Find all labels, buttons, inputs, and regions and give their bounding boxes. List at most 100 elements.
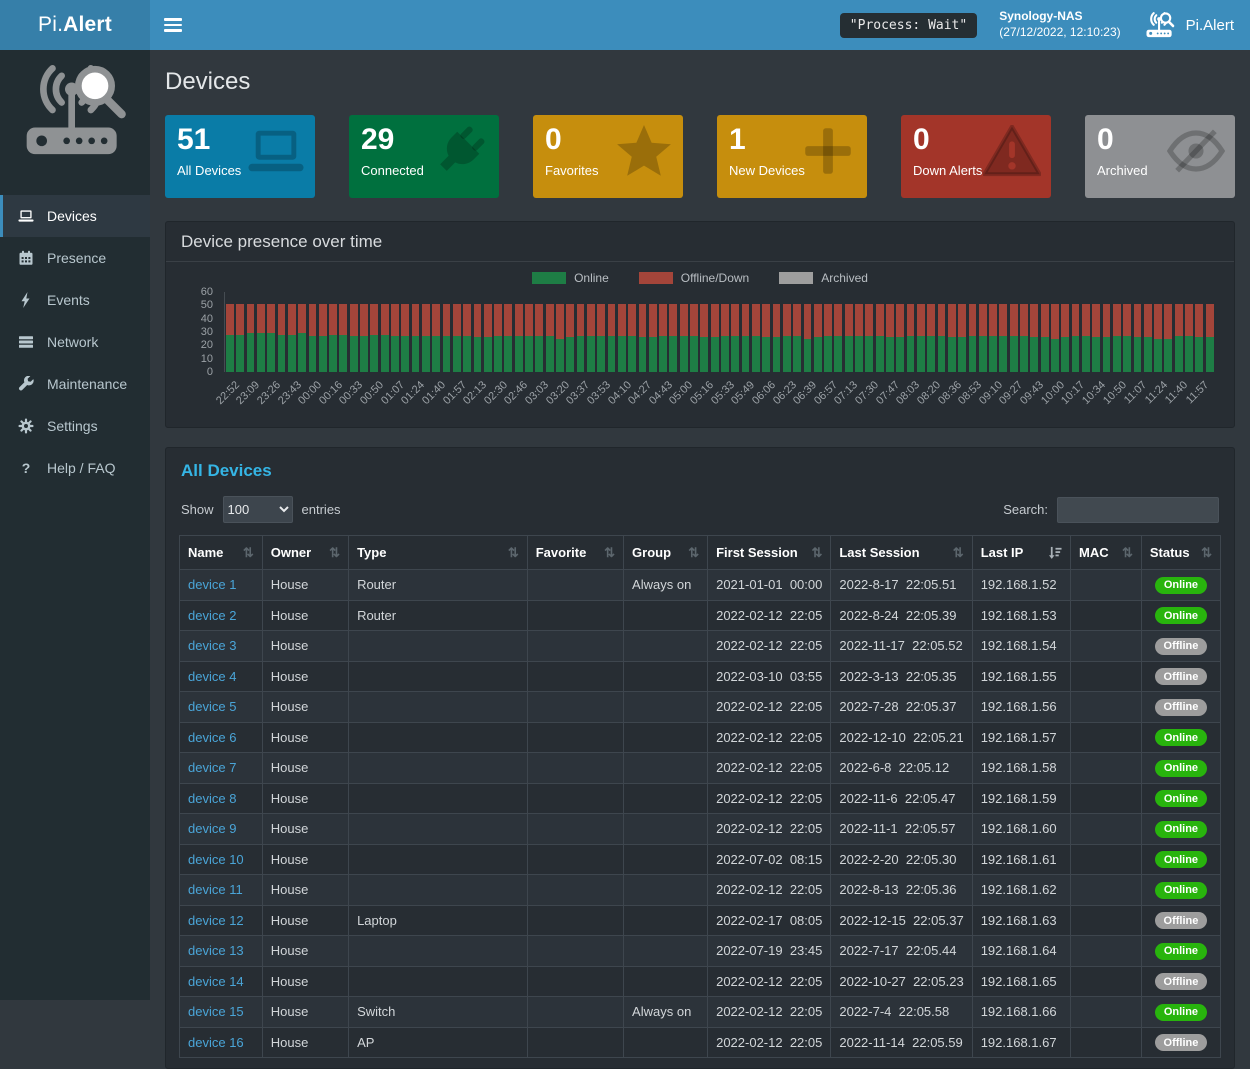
column-header-last-ip[interactable]: Last IP: [972, 536, 1070, 570]
column-header-mac[interactable]: MAC⇅: [1071, 536, 1142, 570]
chart-bar: [432, 292, 440, 372]
sidebar-item-maintenance[interactable]: Maintenance: [0, 363, 150, 405]
cell-name: device 9: [180, 814, 263, 845]
cell-status: Online: [1141, 936, 1220, 967]
sidebar-item-devices[interactable]: Devices: [0, 195, 150, 237]
status-badge: Online: [1155, 729, 1207, 746]
cell-name: device 13: [180, 936, 263, 967]
search-input[interactable]: [1057, 497, 1219, 523]
device-link[interactable]: device 6: [188, 730, 236, 745]
table-row: device 11House2022-02-12 22:052022-8-13 …: [180, 875, 1221, 906]
column-label: Favorite: [536, 545, 587, 560]
device-link[interactable]: device 2: [188, 608, 236, 623]
summary-card-connected[interactable]: 29Connected: [349, 115, 499, 198]
column-header-group[interactable]: Group⇅: [624, 536, 708, 570]
cell-last-ip: 192.168.1.66: [972, 997, 1070, 1028]
device-link[interactable]: device 7: [188, 760, 236, 775]
device-link[interactable]: device 1: [188, 577, 236, 592]
legend-item-online[interactable]: Online: [532, 271, 609, 285]
device-link[interactable]: device 5: [188, 699, 236, 714]
device-link[interactable]: device 12: [188, 913, 244, 928]
cell-status: Offline: [1141, 905, 1220, 936]
device-link[interactable]: device 14: [188, 974, 244, 989]
sidebar-item-settings[interactable]: Settings: [0, 405, 150, 447]
column-header-name[interactable]: Name⇅: [180, 536, 263, 570]
column-header-favorite[interactable]: Favorite⇅: [527, 536, 623, 570]
cell-owner: House: [262, 600, 348, 631]
cell-last-ip: 192.168.1.52: [972, 570, 1070, 601]
chart-bar: [711, 292, 719, 372]
chart-bar: [1051, 292, 1059, 372]
device-link[interactable]: device 4: [188, 669, 236, 684]
x-tick-label: 08:20: [915, 379, 943, 407]
device-link[interactable]: device 3: [188, 638, 236, 653]
device-link[interactable]: device 16: [188, 1035, 244, 1050]
summary-card-down-alerts[interactable]: 0Down Alerts: [901, 115, 1051, 198]
cell-last-session: 2022-3-13 22:05.35: [831, 661, 972, 692]
cell-mac: [1071, 814, 1142, 845]
cell-mac: [1071, 631, 1142, 662]
sidebar-item-network[interactable]: Network: [0, 321, 150, 363]
eye-slash-icon: [1167, 125, 1225, 177]
chart-bar: [391, 292, 399, 372]
column-header-last-session[interactable]: Last Session⇅: [831, 536, 972, 570]
chart-bar: [577, 292, 585, 372]
cell-name: device 1: [180, 570, 263, 601]
sidebar-item-help-faq[interactable]: ?Help / FAQ: [0, 447, 150, 489]
chart-bar: [525, 292, 533, 372]
legend-item-offline-down[interactable]: Offline/Down: [639, 271, 749, 285]
chart-bar: [1103, 292, 1111, 372]
device-link[interactable]: device 9: [188, 821, 236, 836]
hamburger-menu-button[interactable]: [150, 0, 196, 50]
network-icon: [18, 334, 34, 350]
cell-group: [624, 722, 708, 753]
sidebar-item-presence[interactable]: Presence: [0, 237, 150, 279]
cell-last-ip: 192.168.1.56: [972, 692, 1070, 723]
device-link[interactable]: device 11: [188, 882, 243, 897]
status-badge: Online: [1155, 790, 1207, 807]
cell-first-session: 2022-02-12 22:05: [708, 1027, 831, 1058]
device-link[interactable]: device 10: [188, 852, 244, 867]
cell-group: [624, 936, 708, 967]
cell-owner: House: [262, 722, 348, 753]
cell-last-session: 2022-11-1 22:05.57: [831, 814, 972, 845]
brand-logo[interactable]: Pi.Alert: [0, 0, 150, 50]
cell-mac: [1071, 600, 1142, 631]
legend-swatch: [532, 272, 566, 284]
device-link[interactable]: device 15: [188, 1004, 244, 1019]
router-search-icon: [1143, 12, 1177, 39]
legend-item-archived[interactable]: Archived: [779, 271, 868, 285]
column-header-status[interactable]: Status⇅: [1141, 536, 1220, 570]
show-entries-label: Show: [181, 502, 214, 517]
chart-bar: [546, 292, 554, 372]
status-badge: Online: [1155, 851, 1207, 868]
cell-type: AP: [349, 1027, 528, 1058]
column-header-type[interactable]: Type⇅: [349, 536, 528, 570]
sidebar-item-events[interactable]: Events: [0, 279, 150, 321]
laptop-icon: [18, 208, 34, 224]
y-tick-label: 60: [201, 286, 213, 298]
app-badge: Pi.Alert: [1143, 12, 1234, 39]
cell-owner: House: [262, 631, 348, 662]
column-header-owner[interactable]: Owner⇅: [262, 536, 348, 570]
cell-last-ip: 192.168.1.59: [972, 783, 1070, 814]
cell-type: Laptop: [349, 905, 528, 936]
summary-card-new-devices[interactable]: 1New Devices: [717, 115, 867, 198]
chart-bar: [876, 292, 884, 372]
chart-bar: [1206, 292, 1214, 372]
sort-asc-icon: [1049, 546, 1062, 559]
device-link[interactable]: device 8: [188, 791, 236, 806]
column-label: Last Session: [839, 545, 919, 560]
x-tick-label: 03:53: [585, 379, 613, 407]
page-length-select[interactable]: 100: [223, 496, 293, 523]
cell-favorite: [527, 875, 623, 906]
cell-type: [349, 753, 528, 784]
summary-card-all-devices[interactable]: 51All Devices: [165, 115, 315, 198]
summary-card-favorites[interactable]: 0Favorites: [533, 115, 683, 198]
column-header-first-session[interactable]: First Session⇅: [708, 536, 831, 570]
devices-table-body: device 1HouseRouterAlways on2021-01-01 0…: [180, 570, 1221, 1058]
chart-bar: [742, 292, 750, 372]
device-link[interactable]: device 13: [188, 943, 244, 958]
chart-bar: [1072, 292, 1080, 372]
summary-card-archived[interactable]: 0Archived: [1085, 115, 1235, 198]
